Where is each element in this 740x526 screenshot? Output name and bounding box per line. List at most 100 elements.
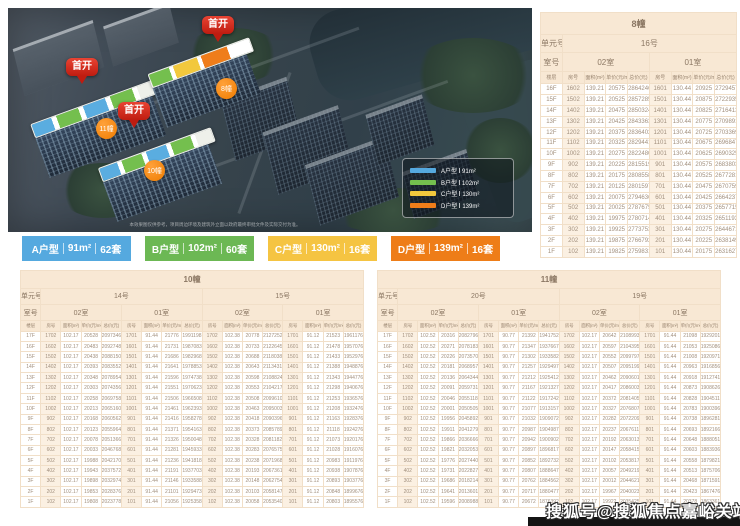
value-cell: 102.17 [61, 466, 81, 476]
value-cell: 2766792 [628, 236, 650, 247]
col-header: 面积(m²) [303, 321, 323, 331]
value-cell: 1401 [649, 105, 671, 116]
value-cell: 91.12 [303, 342, 323, 352]
value-cell: 102.38 [222, 424, 242, 434]
value-cell: 102.17 [579, 435, 599, 445]
value-cell: 1501 [121, 352, 141, 362]
value-cell: 91.44 [660, 404, 680, 414]
value-cell: 1916076 [343, 445, 363, 455]
value-cell: 1913157 [539, 404, 559, 414]
table-row: 11F1102139.212032528294411101130.4420675… [541, 138, 737, 149]
value-cell: 102.38 [222, 373, 242, 383]
value-cell: 701 [283, 435, 303, 445]
value-cell: 101 [283, 497, 303, 508]
value-cell: 1928376 [343, 414, 363, 424]
value-cell: 1602 [41, 342, 61, 352]
value-cell: 21506 [162, 393, 182, 403]
value-cell: 1702 [559, 331, 579, 341]
value-cell: 2028376 [101, 487, 121, 497]
value-cell: 502 [41, 456, 61, 466]
value-cell: 20226 [438, 352, 458, 362]
value-cell: 20001 [438, 404, 458, 414]
value-cell: 130.44 [671, 95, 693, 106]
floor-cell: 1F [378, 497, 398, 508]
value-cell: 1920971 [700, 352, 720, 362]
type-bar-b: B户型102m²60套 [145, 236, 254, 261]
table-row: 6F602102.5219821203205360190.77208971896… [378, 445, 721, 455]
value-cell: 2067611 [620, 424, 640, 434]
value-cell: 102.52 [418, 362, 438, 372]
room-name: 02室 [559, 305, 640, 321]
t8-grid: 8幢单元号16号室号02室01室楼层房号面积(m²)单价(元/m²)总价(元)房… [540, 12, 737, 258]
value-cell: 102.38 [222, 383, 242, 393]
value-cell: 1002 [202, 404, 222, 414]
value-cell: 21208 [323, 404, 343, 414]
value-cell: 21388 [323, 362, 343, 372]
value-cell: 2065160 [101, 404, 121, 414]
value-cell: 2085789 [263, 424, 283, 434]
value-cell: 1402 [41, 362, 61, 372]
value-cell: 502 [559, 456, 579, 466]
value-cell: 202 [562, 236, 584, 247]
value-cell: 91.44 [660, 487, 680, 497]
value-cell: 1502 [202, 352, 222, 362]
value-cell: 102.17 [61, 404, 81, 414]
value-cell: 1933582 [539, 352, 559, 362]
value-cell: 102.17 [579, 476, 599, 486]
value-cell: 91.44 [142, 497, 162, 508]
value-cell: 2059731 [458, 383, 478, 393]
value-cell: 130.44 [671, 149, 693, 160]
value-cell: 1962393 [182, 404, 202, 414]
value-cell: 20648 [680, 435, 700, 445]
table-row: 16F1602102.52202712078183160190.77213471… [378, 342, 721, 352]
value-cell: 2683803 [715, 160, 737, 171]
value-cell: 2023778 [101, 497, 121, 508]
value-cell: 2027440 [458, 456, 478, 466]
bar-type: D户型 [394, 241, 429, 256]
table-row: 15F1502139.212052528572851501130.4420875… [541, 95, 737, 106]
value-cell: 90.77 [499, 466, 519, 476]
value-cell: 91.12 [303, 424, 323, 434]
value-cell: 19875 [606, 236, 628, 247]
table-row: 8F802139.21201752808558801130.4420525267… [541, 171, 737, 182]
value-cell: 1875706 [700, 466, 720, 476]
value-cell: 1925412 [539, 373, 559, 383]
value-cell: 102.17 [61, 414, 81, 424]
legend-type: A户型 [441, 169, 457, 175]
value-cell: 701 [121, 435, 141, 445]
value-cell: 21347 [519, 342, 539, 352]
value-cell: 2722935 [715, 95, 737, 106]
value-cell: 20642 [599, 331, 619, 341]
value-cell: 2857285 [628, 95, 650, 106]
value-cell: 20316 [438, 331, 458, 341]
value-cell: 20438 [81, 352, 101, 362]
value-cell: 102.52 [418, 497, 438, 508]
value-cell: 102.17 [579, 424, 599, 434]
value-cell: 1301 [649, 116, 671, 127]
value-cell: 1302 [562, 116, 584, 127]
value-cell: 1941818 [182, 456, 202, 466]
value-cell: 501 [649, 203, 671, 214]
col-header: 房号 [121, 321, 141, 331]
value-cell: 20693 [680, 424, 700, 434]
value-cell: 20873 [680, 383, 700, 393]
value-cell: 1925086 [700, 342, 720, 352]
value-cell: 91.44 [142, 331, 162, 341]
value-cell: 91.12 [303, 393, 323, 403]
value-cell: 91.12 [303, 404, 323, 414]
value-cell: 1101 [640, 393, 660, 403]
value-cell: 2068957 [458, 362, 478, 372]
value-cell: 202 [559, 487, 579, 497]
unit-name: 19号 [559, 288, 720, 304]
value-cell: 1936576 [343, 393, 363, 403]
value-cell: 20852 [519, 456, 539, 466]
value-cell: 501 [478, 456, 498, 466]
value-cell: 1978853 [182, 362, 202, 372]
page: 首开 首开 首开 11幢 10幢 8幢 A户型91m² B户型102m² C户型… [0, 0, 740, 526]
type-bar-d: D户型139m²16套 [391, 236, 500, 261]
col-header: 面积(m²) [222, 321, 242, 331]
building-badge-10: 10幢 [144, 160, 165, 181]
shoukai-pin: 首开 [202, 16, 234, 34]
table-row: 12F1202102.17203032074356120191.44215511… [21, 383, 364, 393]
value-cell: 1896281 [700, 414, 720, 424]
